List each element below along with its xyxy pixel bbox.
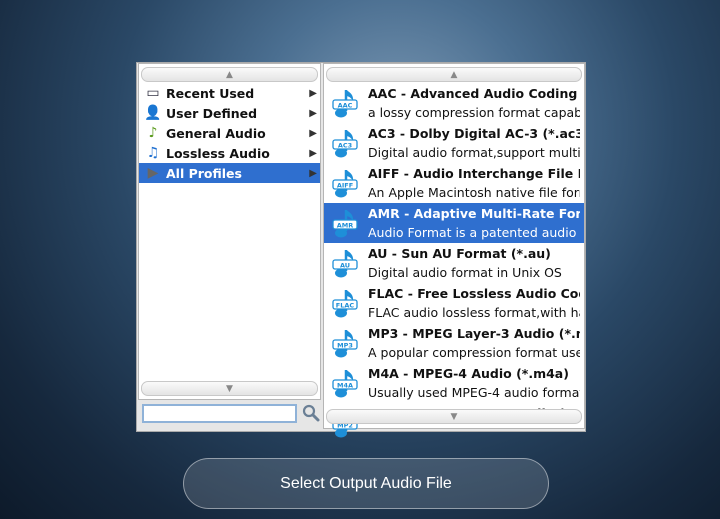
chevron-right-icon: ▶ <box>309 107 317 119</box>
audio-file-icon: AU <box>332 250 358 278</box>
profile-description: FLAC audio lossless format,with hal... <box>368 305 580 320</box>
category-list: ▲ ▭ Recent Used ▶ 👤 User Defined ▶ ♪ General Au… <box>138 63 321 400</box>
category-label: All Profiles <box>166 165 242 181</box>
category-label: User Defined <box>166 105 258 121</box>
profile-item[interactable]: AMR AMR - Adaptive Multi-Rate For... Audio… <box>324 203 584 243</box>
profile-title: MP3 - MPEG Layer-3 Audio (*.m... <box>368 326 580 341</box>
category-label: Recent Used <box>166 85 255 101</box>
audio-file-icon: MP3 <box>332 330 358 358</box>
category-label: General Audio <box>166 125 266 141</box>
format-badge: AIFF <box>337 181 353 189</box>
category-item[interactable]: 👤 User Defined ▶ <box>139 103 320 123</box>
category-item[interactable]: ▭ Recent Used ▶ <box>139 83 320 103</box>
audio-file-icon: AC3 <box>332 130 358 158</box>
format-badge: AU <box>340 261 350 269</box>
format-badge: AAC <box>338 101 353 109</box>
audio-file-icon: AIFF <box>332 170 358 198</box>
profile-description: a lossy compression format capabl... <box>368 105 580 120</box>
profile-description: Digital audio format,support multi-... <box>368 145 580 160</box>
profile-item[interactable]: AU AU - Sun AU Format (*.au) Digital audio… <box>324 243 584 283</box>
audio-file-icon: M4A <box>332 370 358 398</box>
format-badge: M4A <box>337 381 353 389</box>
category-item[interactable]: ♫ Lossless Audio ▶ <box>139 143 320 163</box>
format-badge: AMR <box>337 221 354 229</box>
profile-description: An Apple Macintosh native file form... <box>368 185 580 200</box>
profile-title: AAC - Advanced Audio Coding (... <box>368 86 580 101</box>
profile-description: Audio Format is a patented audio d... <box>368 225 580 240</box>
profile-item[interactable]: FLAC FLAC - Free Lossless Audio Cod... FLA… <box>324 283 584 323</box>
profile-description: Digital audio format in Unix OS <box>368 265 562 280</box>
profile-description: A popular compression format use... <box>368 345 580 360</box>
chevron-right-icon: ▶ <box>309 127 317 139</box>
profile-item[interactable]: AAC AAC - Advanced Audio Coding (... a los… <box>324 83 584 123</box>
scroll-down-button[interactable]: ▼ <box>326 409 582 424</box>
audio-file-icon: AMR <box>332 210 358 238</box>
music-notes-icon: ♫ <box>146 145 160 161</box>
audio-file-icon: AAC <box>332 90 358 118</box>
scroll-up-button[interactable]: ▲ <box>141 67 318 82</box>
search-icon[interactable] <box>302 404 320 422</box>
profile-item[interactable]: AIFF AIFF - Audio Interchange File Fo... A… <box>324 163 584 203</box>
chevron-right-icon: ▶ <box>309 167 317 179</box>
profile-list: ▲ AAC AAC - Advanced Audio Coding (... a l… <box>323 63 585 438</box>
category-item[interactable]: ▶ All Profiles ▶ <box>139 163 320 183</box>
profile-title: AC3 - Dolby Digital AC-3 (*.ac3) <box>368 126 580 141</box>
format-badge: AC3 <box>338 141 352 149</box>
profile-title: M4A - MPEG-4 Audio (*.m4a) <box>368 366 569 381</box>
audio-file-icon: FLAC <box>332 290 358 318</box>
profile-description: Usually used MPEG-4 audio format... <box>368 385 580 400</box>
scroll-down-button[interactable]: ▼ <box>141 381 318 396</box>
profile-item[interactable]: AC3 AC3 - Dolby Digital AC-3 (*.ac3) Digit… <box>324 123 584 163</box>
category-item[interactable]: ♪ General Audio ▶ <box>139 123 320 143</box>
chevron-right-icon: ▶ <box>309 87 317 99</box>
profile-title: AU - Sun AU Format (*.au) <box>368 246 551 261</box>
user-icon: 👤 <box>144 105 162 121</box>
profile-item[interactable]: MP3 MP3 - MPEG Layer-3 Audio (*.m... A pop… <box>324 323 584 363</box>
format-badge: MP3 <box>337 341 353 349</box>
scroll-up-button[interactable]: ▲ <box>326 67 582 82</box>
search-input[interactable] <box>142 404 297 423</box>
profile-title: FLAC - Free Lossless Audio Cod... <box>368 286 580 301</box>
profile-title: AMR - Adaptive Multi-Rate For... <box>368 206 580 221</box>
profile-item[interactable]: M4A M4A - MPEG-4 Audio (*.m4a) Usually use… <box>324 363 584 403</box>
select-output-audio-file-button[interactable]: Select Output Audio File <box>183 458 549 509</box>
triangle-icon: ▶ <box>147 165 159 181</box>
monitor-icon: ▭ <box>146 85 160 101</box>
music-note-icon: ♪ <box>148 125 158 141</box>
profile-title: AIFF - Audio Interchange File Fo... <box>368 166 580 181</box>
category-label: Lossless Audio <box>166 145 270 161</box>
format-badge: FLAC <box>336 301 355 309</box>
profile-picker: ▲ ▭ Recent Used ▶ 👤 User Defined ▶ ♪ General Au… <box>136 62 586 438</box>
chevron-right-icon: ▶ <box>309 147 317 159</box>
